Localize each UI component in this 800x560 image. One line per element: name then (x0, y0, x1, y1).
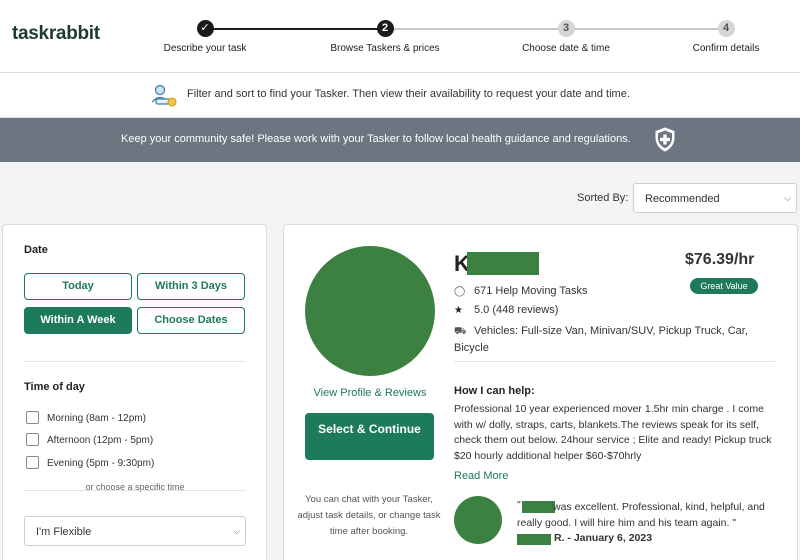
divider (24, 361, 246, 362)
step-label: Choose date & time (522, 43, 610, 54)
step-describe-task: ✓ Describe your task (125, 20, 285, 54)
step-label: Describe your task (163, 43, 247, 54)
help-description: Professional 10 year experienced mover 1… (454, 403, 772, 462)
divider (24, 490, 246, 491)
truck-icon: ⛟ (454, 326, 467, 337)
checkbox-label: Afternoon (12pm - 5pm) (47, 435, 154, 446)
date-option-within-3-days[interactable]: Within 3 Days (137, 273, 245, 300)
filter-panel: Date Today Within 3 Days Within A Week C… (2, 224, 267, 560)
time-select-dropdown[interactable]: I'm Flexible ⌵ (24, 516, 246, 546)
select-continue-button[interactable]: Select & Continue (305, 413, 434, 460)
time-of-day-title: Time of day (24, 381, 85, 393)
step-choose-date: 3 Choose date & time (486, 20, 646, 54)
checkbox-label: Morning (8am - 12pm) (47, 413, 146, 424)
checkbox-label: Evening (5pm - 9:30pm) (47, 458, 155, 469)
info-bar: Filter and sort to find your Tasker. The… (0, 73, 800, 118)
view-profile-link[interactable]: View Profile & Reviews (284, 387, 456, 399)
tasks-text: 671 Help Moving Tasks (474, 285, 588, 297)
chevron-down-icon: ⌵ (784, 193, 791, 203)
checkbox[interactable] (26, 411, 39, 424)
vehicles: ⛟ Vehicles: Full-size Van, Minivan/SUV, P… (454, 323, 774, 356)
date-option-choose-dates[interactable]: Choose Dates (137, 307, 245, 334)
great-value-badge: Great Value (690, 278, 758, 294)
tasker-avatar[interactable] (305, 246, 435, 376)
help-title: How I can help: (454, 385, 535, 397)
sort-dropdown[interactable]: Recommended ⌵ (633, 183, 797, 213)
checkbox[interactable] (26, 456, 39, 469)
step-number: 2 (376, 20, 394, 37)
step-number: 4 (717, 20, 735, 37)
read-more-link[interactable]: Read More (454, 470, 508, 482)
step-confirm-details: 4 Confirm details (646, 20, 800, 54)
step-browse-taskers: 2 Browse Taskers & prices (305, 20, 465, 54)
hourly-rate: $76.39/hr (685, 251, 755, 268)
step-number: 3 (557, 20, 575, 37)
reviewer-name-redaction (517, 534, 551, 545)
vehicles-text: Vehicles: Full-size Van, Minivan/SUV, Pi… (454, 325, 748, 354)
date-option-within-a-week[interactable]: Within A Week (24, 307, 132, 334)
people-filter-icon (151, 84, 177, 107)
info-text: Filter and sort to find your Tasker. The… (187, 88, 630, 100)
checkbox[interactable] (26, 433, 39, 446)
check-circle-icon: ◯ (454, 286, 466, 297)
divider (454, 361, 775, 362)
shield-cross-icon (655, 127, 675, 152)
reviewer-avatar (454, 496, 502, 544)
tasks-count: ◯ 671 Help Moving Tasks (454, 285, 588, 297)
taskrabbit-logo[interactable]: taskrabbit (12, 23, 100, 45)
name-redaction (467, 252, 539, 275)
star-icon: ★ (454, 305, 463, 316)
review-author: R. - January 6, 2023 (554, 532, 653, 544)
top-header: taskrabbit ✓ Describe your task 2 Browse… (0, 0, 800, 73)
safety-banner: Keep your community safe! Please work wi… (0, 118, 800, 162)
date-option-today[interactable]: Today (24, 273, 132, 300)
rating: ★ 5.0 (448 reviews) (454, 304, 558, 316)
step-label: Confirm details (692, 43, 760, 54)
sort-label: Sorted By: (577, 192, 629, 204)
step-label: Browse Taskers & prices (330, 43, 440, 54)
review-text: was excellent. Professional, kind, helpf… (517, 501, 765, 529)
chevron-down-icon: ⌵ (233, 526, 240, 536)
check-icon: ✓ (196, 20, 214, 37)
rating-text: 5.0 (448 reviews) (474, 304, 559, 316)
tasker-card: View Profile & Reviews Select & Continue… (283, 224, 798, 560)
time-select-value: I'm Flexible (36, 526, 92, 538)
chat-note: You can chat with your Tasker, adjust ta… (297, 494, 441, 537)
sort-value: Recommended (645, 193, 720, 205)
safety-text: Keep your community safe! Please work wi… (121, 133, 631, 145)
date-title: Date (24, 244, 48, 256)
